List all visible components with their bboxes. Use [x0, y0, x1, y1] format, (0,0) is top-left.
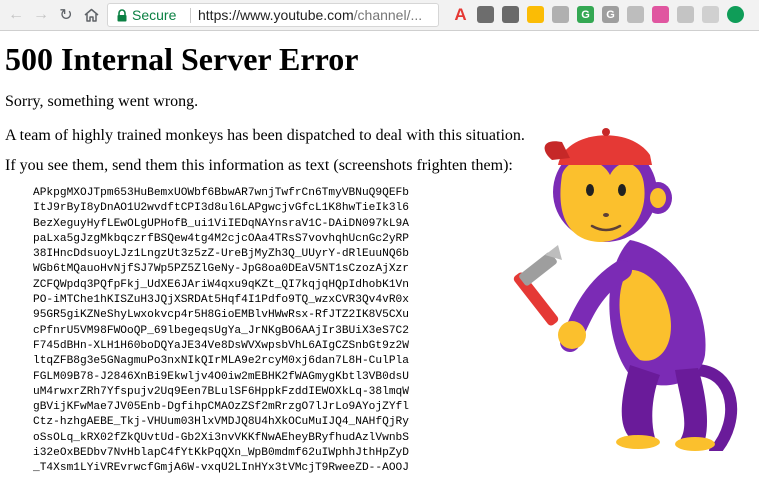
instructions-text: If you see them, send them this informat… [5, 157, 513, 174]
secure-label: Secure [132, 7, 177, 23]
error-code-line: ItJ9rByI8yDnAO1U2wvdftCPI3d8ul6LAPgwcjvG… [33, 202, 409, 215]
url-text[interactable]: https://www.youtube.com/channel/... [198, 7, 422, 23]
error-code-line: APkpgMXOJTpm653HuBemxUOWbf6BbwAR7wnjTwfr… [33, 187, 409, 199]
error-information[interactable]: APkpgMXOJTpm653HuBemxUOWbf6BbwAR7wnjTwfr… [33, 186, 409, 477]
monkey-leg-left [621, 365, 660, 438]
error-code-line: _T4Xsm1LYiVREvrwcfGmjA6W-vxqU2LInHYx3tVM… [33, 462, 409, 475]
monkey-foot-right [675, 437, 715, 451]
extension-icon[interactable]: G [602, 6, 619, 23]
extension-icon[interactable] [502, 6, 519, 23]
apology-text: Sorry, something went wrong. [5, 93, 199, 110]
page-title: 500 Internal Server Error [5, 41, 359, 77]
error-code-line: i32eOxBEDbv7NvHblapC4fYtKkPqQXn_WpB0mdmf… [33, 447, 409, 460]
error-code-line: BezXeguyHyfLEwOLgUPHofB_ui1ViIEDqNAYnsra… [33, 217, 409, 230]
error-code-line: WGb6tMQauoHvNjfSJ7Wp5PZ5ZlGeNy-JpG8oa0DE… [33, 263, 409, 276]
monkey-cap [558, 135, 652, 165]
back-arrow-icon[interactable]: ← [6, 5, 26, 25]
error-code-line: ltqZFB8g3e5GNagmuPo3nxNIkQIrMLA9e2rcyM0x… [33, 355, 409, 368]
error-code-line: ZCFQWpdq3PQfpFkj_UdXE6JAriW4qxu9qKZt_QI7… [33, 278, 409, 291]
monkey-leg-right [675, 368, 708, 440]
monkeys-text: A team of highly trained monkeys has bee… [5, 127, 525, 144]
error-code-line: Ctz-hzhgAEBE_Tkj-VHUum03HlxVMDJQ8U4hXkOC… [33, 416, 409, 429]
error-code-line: 95GR5giKZNeShyLwxokvcp4r5H8GioEMBlvHWwRs… [33, 309, 409, 322]
error-code-line: gBVijKFwMae7JV05Enb-DgfihpCMAOzZSf2mRrzg… [33, 401, 409, 414]
extension-icon[interactable] [677, 6, 694, 23]
extension-icon[interactable]: A [452, 5, 469, 24]
extension-icon[interactable] [627, 6, 644, 23]
hammer-icon [513, 245, 562, 326]
monkey-cap-visor [544, 141, 570, 160]
monkey-eye-left [586, 184, 594, 196]
error-code-line: uM4rwxrZRh7Yfspujv2Uq9Een7BLulSF6HppkFzd… [33, 385, 409, 398]
lock-icon [117, 9, 127, 22]
monkey-illustration [513, 128, 738, 451]
monkey-eye-right [618, 184, 626, 196]
error-code-line: F745dBHn-XLH1H60boDQYaJE34Ve8DsWVXwpsbVh… [33, 339, 409, 352]
error-code-line: FGLM09B78-J2846XnBi9Ekwljv4O0iw2mEBHK2fW… [33, 370, 409, 383]
monkey-hand [558, 321, 586, 349]
extension-icon[interactable] [552, 6, 569, 23]
forward-arrow-icon[interactable]: → [31, 5, 51, 25]
extension-icon[interactable] [477, 6, 494, 23]
error-code-line: PO-iMTChe1hKISZuH3JQjXSRDAt5Hqf4I1Pdfo9T… [33, 294, 409, 307]
extension-icon[interactable] [727, 6, 744, 23]
extension-icon[interactable] [527, 6, 544, 23]
extension-icon[interactable] [702, 6, 719, 23]
omnibox-divider [190, 8, 191, 23]
reload-icon[interactable]: ↻ [56, 5, 76, 25]
address-bar[interactable]: Secure https://www.youtube.com/channel/.… [107, 3, 439, 27]
error-code-line: cPfnrU5VM98FWOoQP_69lbegeqsUgYa_JrNKgBO6… [33, 324, 409, 337]
error-code-line: paLxa5gJzgMkbqczrfBSQew4tg4M2cjcOAa4TRsS… [33, 232, 409, 245]
browser-toolbar: ← → ↻ Secure https://www.youtube.com/cha… [0, 0, 759, 31]
error-code-line: oSsOLq_kRX02fZkQUvtUd-Gb2Xi3nvVKKfNwAEhe… [33, 431, 409, 444]
home-icon[interactable] [81, 5, 101, 25]
monkey-foot-left [616, 435, 660, 449]
extension-icon[interactable] [652, 6, 669, 23]
extension-icon[interactable]: G [577, 6, 594, 23]
error-code-line: 38IHncDdsuoyLJz1LngzUt3z5zZ-UreBjMyZh3Q_… [33, 248, 409, 261]
